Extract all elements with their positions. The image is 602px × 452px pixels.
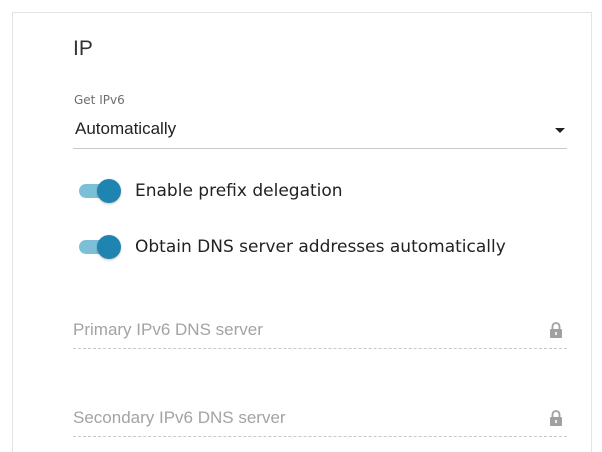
section-title: IP (73, 37, 93, 60)
get-ipv6-select[interactable]: Automatically (73, 113, 567, 149)
lock-icon (550, 410, 562, 426)
get-ipv6-value: Automatically (75, 119, 177, 138)
secondary-ipv6-dns-input[interactable] (73, 405, 513, 431)
toggle-label-prefix-delegation: Enable prefix delegation (135, 181, 343, 201)
lock-icon (550, 322, 562, 338)
toggle-switch[interactable] (77, 177, 121, 205)
primary-ipv6-dns-field (73, 313, 567, 349)
primary-ipv6-dns-input[interactable] (73, 317, 513, 343)
enable-prefix-delegation-toggle[interactable]: Enable prefix delegation (77, 177, 343, 205)
toggle-knob (97, 179, 121, 203)
toggle-label-obtain-dns: Obtain DNS server addresses automaticall… (135, 237, 506, 257)
secondary-ipv6-dns-field (73, 401, 567, 437)
toggle-knob (97, 235, 121, 259)
caret-down-icon (555, 128, 565, 133)
toggle-switch[interactable] (77, 233, 121, 261)
get-ipv6-label: Get IPv6 (74, 93, 125, 107)
obtain-dns-automatically-toggle[interactable]: Obtain DNS server addresses automaticall… (77, 233, 506, 261)
ip-settings-panel: IP Get IPv6 Automatically Enable prefix … (12, 12, 592, 452)
